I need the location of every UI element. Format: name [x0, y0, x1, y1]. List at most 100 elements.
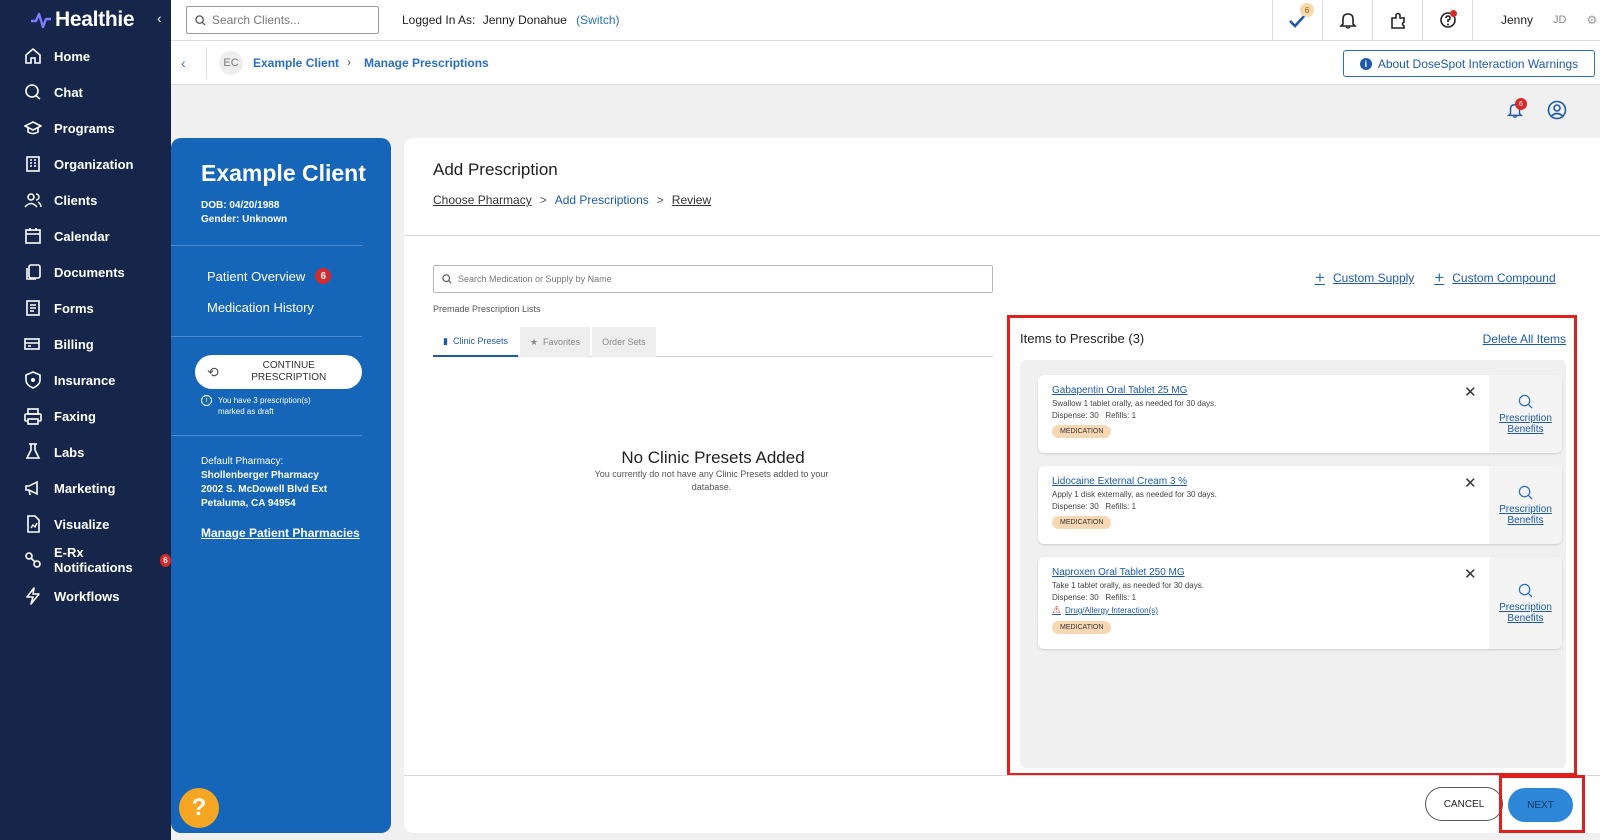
prescription-name[interactable]: Naproxen Oral Tablet 250 MG: [1052, 567, 1474, 578]
nav-item-home[interactable]: Home: [0, 38, 171, 74]
client-search-input[interactable]: [212, 13, 372, 27]
collapse-nav-icon[interactable]: ‹: [157, 10, 162, 26]
nav-item-marketing[interactable]: Marketing: [0, 470, 171, 506]
nav-item-calendar[interactable]: Calendar: [0, 218, 171, 254]
notifications-badge: 6: [1515, 98, 1527, 110]
nav-item-programs[interactable]: Programs: [0, 110, 171, 146]
about-dosespot-button[interactable]: i About DoseSpot Interaction Warnings: [1343, 50, 1595, 77]
labs-icon: [25, 443, 41, 459]
medication-search[interactable]: [433, 265, 993, 293]
forms-icon: [26, 300, 40, 316]
documents-icon: [26, 264, 41, 280]
dosespot-notifications[interactable]: 6: [1506, 98, 1527, 125]
nav-item-organization[interactable]: Organization: [0, 146, 171, 182]
nav-item-erx-notifications[interactable]: E-Rx Notifications 6: [0, 542, 171, 578]
breadcrumb-client-link[interactable]: Example Client: [253, 56, 339, 70]
integrations-button[interactable]: [1372, 0, 1422, 40]
prescription-benefits-button[interactable]: Prescription Benefits: [1489, 375, 1562, 453]
fax-icon: [24, 408, 42, 425]
tasks-button[interactable]: 6: [1272, 0, 1322, 40]
custom-supply-link[interactable]: + Custom Supply: [1315, 268, 1414, 288]
back-chevron-icon[interactable]: ‹: [181, 55, 186, 71]
benefits-label-line2: Benefits: [1507, 423, 1544, 435]
user-menu[interactable]: Jenny JD ⚙: [1472, 0, 1600, 40]
step-choose-pharmacy[interactable]: Choose Pharmacy: [433, 193, 532, 207]
next-button[interactable]: NEXT: [1508, 788, 1573, 822]
prescription-benefits-button[interactable]: Prescription Benefits: [1489, 466, 1562, 544]
nav-item-workflows[interactable]: Workflows: [0, 578, 171, 614]
items-to-prescribe-panel: Items to Prescribe (3) Delete All Items …: [1007, 315, 1577, 776]
custom-item-links: + Custom Supply + Custom Compound: [1315, 268, 1556, 288]
erx-count-badge: 6: [159, 553, 171, 567]
cancel-button[interactable]: CANCEL: [1425, 787, 1503, 821]
medication-history-link[interactable]: Medication History: [207, 300, 314, 315]
prescription-sig: Apply 1 disk externally, as needed for 3…: [1052, 490, 1217, 499]
magnify-icon: [1518, 394, 1533, 408]
switch-user-link[interactable]: (Switch): [576, 13, 619, 27]
nav-item-insurance[interactable]: Insurance: [0, 362, 171, 398]
help-button[interactable]: [1422, 0, 1472, 40]
tab-label: Clinic Presets: [452, 336, 508, 346]
nav-item-clients[interactable]: Clients: [0, 182, 171, 218]
notifications-button[interactable]: [1322, 0, 1372, 40]
manage-pharmacies-link[interactable]: Manage Patient Pharmacies: [201, 526, 360, 540]
tab-order-sets[interactable]: Order Sets: [592, 327, 656, 357]
chat-icon: [25, 84, 41, 100]
refills-value: Refills: 1: [1105, 593, 1137, 602]
account-button[interactable]: [1547, 100, 1567, 125]
star-icon: ★: [529, 336, 539, 347]
gear-icon[interactable]: ⚙: [1586, 13, 1597, 27]
prescription-name[interactable]: Gabapentin Oral Tablet 25 MG: [1052, 385, 1474, 396]
client-search[interactable]: [186, 6, 379, 34]
help-question-button[interactable]: ?: [179, 788, 219, 828]
nav-item-forms[interactable]: Forms: [0, 290, 171, 326]
tab-clinic-presets[interactable]: ▮ Clinic Presets: [433, 327, 518, 357]
help-alert-dot: [1450, 10, 1457, 17]
delete-all-items-link[interactable]: Delete All Items: [1483, 332, 1566, 346]
continue-prescription-button[interactable]: ⟲ CONTINUE PRESCRIPTION: [195, 355, 362, 389]
premade-lists-label: Premade Prescription Lists: [433, 304, 541, 314]
workflows-icon: [26, 587, 40, 605]
nav-item-chat[interactable]: Chat: [0, 74, 171, 110]
remove-item-close-icon[interactable]: ✕: [1464, 383, 1477, 401]
tasks-badge: 6: [1300, 3, 1314, 17]
tab-favorites[interactable]: ★ Favorites: [519, 327, 591, 357]
preset-tabs: ▮ Clinic Presets ★ Favorites Order Sets: [433, 327, 993, 357]
medication-search-input[interactable]: [458, 274, 978, 284]
warning-icon: ⚠: [1052, 605, 1061, 616]
step-separator: >: [656, 193, 664, 207]
dispense-value: Dispense: 30: [1052, 593, 1099, 602]
nav-item-faxing[interactable]: Faxing: [0, 398, 171, 434]
organization-icon: [26, 156, 40, 172]
info-icon: i: [201, 395, 212, 406]
step-review[interactable]: Review: [672, 193, 711, 207]
nav-item-visualize[interactable]: Visualize: [0, 506, 171, 542]
interaction-warning-link[interactable]: ⚠ Drug/Allergy Interaction(s): [1052, 605, 1474, 616]
prescription-benefits-button[interactable]: Prescription Benefits: [1489, 557, 1562, 649]
nav-item-label: Home: [54, 48, 91, 64]
patient-overview-link[interactable]: Patient Overview 6: [207, 268, 332, 284]
nav-item-labs[interactable]: Labs: [0, 434, 171, 470]
nav-item-documents[interactable]: Documents: [0, 254, 171, 290]
plus-icon: +: [1434, 268, 1445, 287]
nav-item-label: Clients: [54, 192, 98, 208]
nav-item-label: Marketing: [54, 480, 116, 496]
benefits-label-line1: Prescription: [1499, 412, 1552, 424]
remove-item-close-icon[interactable]: ✕: [1464, 474, 1477, 492]
nav-item-label: E-Rx Notifications: [54, 545, 133, 575]
step-add-prescriptions[interactable]: Add Prescriptions: [555, 193, 649, 207]
page-title: Add Prescription: [433, 160, 558, 179]
healthie-logo[interactable]: Healthie: [30, 6, 135, 34]
empty-state-title: No Clinic Presets Added: [621, 448, 805, 467]
tab-label: Favorites: [543, 337, 581, 347]
custom-compound-link[interactable]: + Custom Compound: [1434, 268, 1555, 288]
nav-item-billing[interactable]: Billing: [0, 326, 171, 362]
prescription-sig: Swallow 1 tablet orally, as needed for 3…: [1052, 399, 1217, 408]
remove-item-close-icon[interactable]: ✕: [1464, 565, 1477, 583]
prescription-details: Naproxen Oral Tablet 250 MG Take 1 table…: [1038, 557, 1488, 649]
prescription-name[interactable]: Lidocaine External Cream 3 %: [1052, 476, 1474, 487]
main-nav: Healthie ‹ Home Chat Programs Organizati…: [0, 0, 171, 840]
breadcrumb-current[interactable]: Manage Prescriptions: [364, 56, 489, 70]
refills-value: Refills: 1: [1105, 411, 1137, 420]
nav-item-label: Visualize: [54, 516, 110, 532]
